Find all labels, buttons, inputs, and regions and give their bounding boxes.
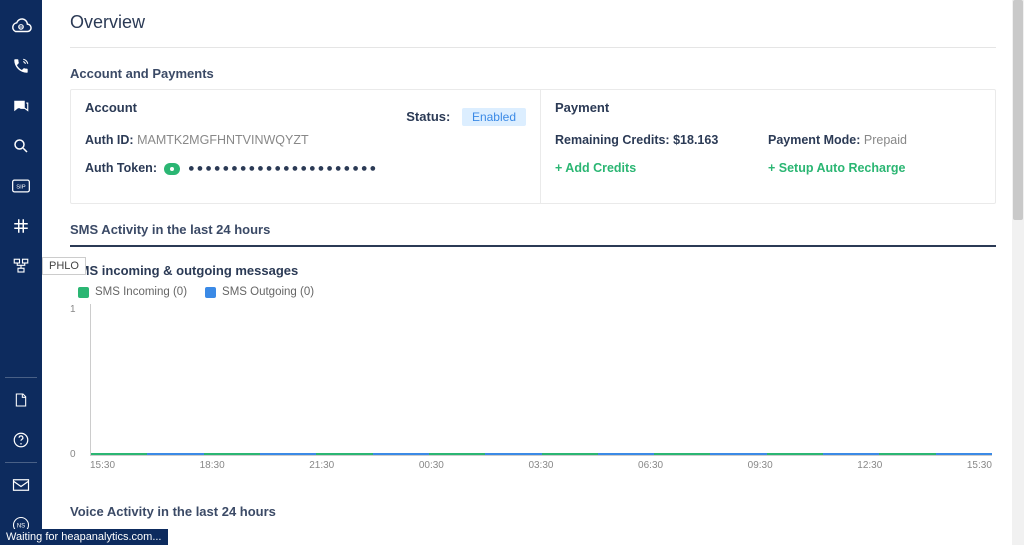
- payment-mode-row: Payment Mode: Prepaid: [768, 133, 981, 147]
- voice-activity-title: Voice Activity in the last 24 hours: [70, 504, 996, 519]
- xtick: 06:30: [638, 460, 663, 474]
- messaging-icon[interactable]: [0, 86, 42, 126]
- numbers-icon[interactable]: [0, 206, 42, 246]
- account-payments-title: Account and Payments: [70, 66, 996, 81]
- xtick: 15:30: [967, 460, 992, 474]
- mail-icon[interactable]: [0, 465, 42, 505]
- auth-token-masked: ●●●●●●●●●●●●●●●●●●●●●●: [188, 163, 378, 175]
- legend-incoming: SMS Incoming (0): [78, 286, 187, 298]
- sms-activity-title: SMS Activity in the last 24 hours: [70, 222, 996, 237]
- scrollbar-track[interactable]: [1012, 0, 1024, 545]
- chart-xlabels: 15:30 18:30 21:30 00:30 03:30 06:30 09:30 12:30…: [90, 460, 992, 474]
- account-header: Account: [85, 100, 137, 115]
- ytick-0: 0: [70, 449, 76, 460]
- payment-col: Payment Remaining Credits: $18.163 + Add…: [541, 90, 995, 203]
- browser-status-bar: Waiting for heapanalytics.com...: [0, 529, 168, 545]
- xtick: 18:30: [200, 460, 225, 474]
- ytick-1: 1: [70, 304, 76, 315]
- chart-plot: [90, 304, 992, 456]
- auth-id-value: MAMTK2MGFHNTVINWQYZT: [137, 133, 309, 147]
- payment-header: Payment: [555, 100, 768, 115]
- page-title: Overview: [70, 12, 996, 48]
- xtick: 00:30: [419, 460, 444, 474]
- xtick: 09:30: [748, 460, 773, 474]
- remaining-credits-row: Remaining Credits: $18.163: [555, 133, 768, 147]
- sms-chart-title: SMS incoming & outgoing messages: [70, 263, 996, 278]
- scrollbar-thumb[interactable]: [1013, 0, 1023, 220]
- xtick: 03:30: [528, 460, 553, 474]
- sms-legend: SMS Incoming (0) SMS Outgoing (0): [70, 286, 996, 298]
- phlo-icon[interactable]: PHLO: [0, 246, 42, 286]
- status-label: Status:: [406, 109, 450, 124]
- phlo-tooltip: PHLO: [42, 257, 86, 275]
- sip-icon[interactable]: SIP: [0, 166, 42, 206]
- lookup-icon[interactable]: [0, 126, 42, 166]
- xtick: 15:30: [90, 460, 115, 474]
- status-badge: Enabled: [462, 108, 526, 126]
- auth-id-row: Auth ID: MAMTK2MGFHNTVINWQYZT: [85, 133, 526, 147]
- chart-baseline: [91, 452, 992, 455]
- reveal-token-icon[interactable]: [164, 163, 180, 175]
- sidebar: SIP PHLO NS: [0, 0, 42, 545]
- account-col: Account Status: Enabled Auth ID: MAMTK2M…: [71, 90, 541, 203]
- xtick: 12:30: [857, 460, 882, 474]
- setup-auto-recharge-link[interactable]: + Setup Auto Recharge: [768, 161, 981, 175]
- add-credits-link[interactable]: + Add Credits: [555, 161, 768, 175]
- account-panel: Account Status: Enabled Auth ID: MAMTK2M…: [70, 89, 996, 204]
- sms-chart: 1 0 15:3018:3021:3000:3003:3006:3009:301…: [70, 304, 996, 474]
- calls-icon[interactable]: [0, 46, 42, 86]
- auth-token-row: Auth Token: ●●●●●●●●●●●●●●●●●●●●●●: [85, 161, 526, 175]
- svg-text:SIP: SIP: [16, 185, 26, 191]
- xtick: 21:30: [309, 460, 334, 474]
- help-icon[interactable]: [0, 420, 42, 460]
- main-content: Overview Account and Payments Account St…: [42, 0, 1024, 545]
- legend-outgoing: SMS Outgoing (0): [205, 286, 314, 298]
- docs-icon[interactable]: [0, 380, 42, 420]
- logo-icon[interactable]: [0, 6, 42, 46]
